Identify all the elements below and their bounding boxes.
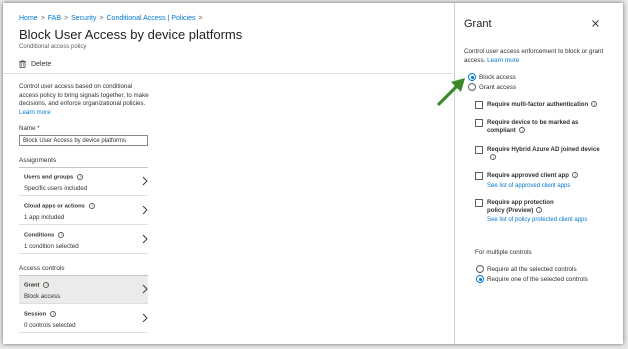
- chevron-right-icon: >: [99, 15, 104, 22]
- app-window: Home > FAB > Security > Conditional Access | P…: [3, 3, 623, 344]
- checkbox[interactable]: [475, 119, 483, 127]
- session-item[interactable]: Session 0 controls selected: [19, 305, 148, 333]
- delete-button[interactable]: Delete: [19, 58, 51, 70]
- info-icon: [571, 172, 578, 180]
- grant-access-radio[interactable]: Grant access: [468, 83, 516, 91]
- radio-button: [468, 83, 476, 91]
- breadcrumb-security[interactable]: Security: [71, 15, 96, 22]
- checkbox-label: Require multi-factor authentication: [487, 101, 589, 108]
- assignments-heading: Assignments: [19, 157, 57, 164]
- info-icon: [88, 203, 95, 209]
- checkbox-label: Require app protection policy (Preview): [487, 199, 554, 214]
- require-one-control-radio[interactable]: Require one of the selected controls: [476, 275, 588, 283]
- breadcrumb-fab[interactable]: FAB: [48, 15, 61, 22]
- radio-button: [476, 265, 484, 273]
- breadcrumb-policies[interactable]: Conditional Access | Policies: [107, 15, 196, 22]
- radio-label: Block access: [479, 73, 516, 81]
- item-value: Block access: [24, 293, 61, 300]
- grant-panel: Grant Control user access enforcement to…: [455, 3, 623, 344]
- learn-more-link[interactable]: Learn more: [19, 109, 51, 116]
- info-icon: [43, 282, 50, 288]
- block-access-radio[interactable]: Block access: [468, 73, 516, 81]
- panel-description: Control user access enforcement to block…: [464, 47, 604, 65]
- name-input[interactable]: Block User Access by device platforms: [19, 135, 148, 146]
- info-icon: [490, 154, 496, 162]
- policy-description: Control user access based on conditional…: [19, 83, 149, 117]
- users-and-groups-item[interactable]: Users and groups Specific users included: [19, 168, 148, 196]
- description-text: Control user access based on conditional…: [19, 83, 149, 107]
- item-title: Grant: [24, 282, 40, 289]
- radio-button-selected: [468, 73, 476, 81]
- multiple-controls-heading: For multiple controls: [475, 249, 532, 256]
- radio-button-selected: [476, 275, 484, 283]
- page-subtitle: Conditional access policy: [19, 44, 87, 50]
- toolbar-divider: [3, 73, 453, 74]
- cloud-apps-item[interactable]: Cloud apps or actions 1 app included: [19, 197, 148, 225]
- item-title: Users and groups: [24, 174, 74, 181]
- checkbox[interactable]: [475, 172, 483, 180]
- checkbox[interactable]: [475, 146, 483, 154]
- checkbox-label: Require device to be marked as compliant: [487, 119, 579, 134]
- info-icon: [50, 311, 57, 317]
- radio-label: Require one of the selected controls: [487, 275, 588, 283]
- chevron-right-icon: [142, 176, 148, 186]
- chevron-right-icon: >: [198, 15, 203, 22]
- item-value: Specific users included: [24, 185, 88, 192]
- page-title: Block User Access by device platforms: [19, 27, 243, 42]
- radio-label: Require all the selected controls: [487, 265, 577, 273]
- panel-title: Grant: [464, 18, 492, 30]
- radio-label: Grant access: [479, 83, 517, 91]
- chevron-right-icon: [142, 284, 148, 294]
- checkbox[interactable]: [475, 199, 483, 207]
- chevron-right-icon: [142, 234, 148, 244]
- item-title: Cloud apps or actions: [24, 203, 85, 210]
- item-title: Session: [24, 311, 47, 318]
- require-all-controls-radio[interactable]: Require all the selected controls: [476, 265, 577, 273]
- grant-item[interactable]: Grant Block access: [19, 276, 148, 304]
- access-controls-heading: Access controls: [19, 265, 65, 272]
- info-icon: [536, 207, 543, 215]
- info-icon: [591, 101, 598, 109]
- checkbox-label: Require Hybrid Azure AD joined device: [487, 146, 600, 153]
- panel-description-text: Control user access enforcement to block…: [464, 48, 604, 64]
- delete-label: Delete: [31, 60, 52, 68]
- panel-learn-more-link[interactable]: Learn more: [487, 57, 519, 64]
- checkbox[interactable]: [475, 101, 483, 109]
- item-value: 0 controls selected: [24, 322, 76, 329]
- arrow-icon: [437, 78, 465, 106]
- info-icon: [518, 127, 525, 135]
- chevron-right-icon: >: [64, 15, 69, 22]
- breadcrumb-home[interactable]: Home: [19, 15, 38, 22]
- conditions-item[interactable]: Conditions 1 condition selected: [19, 226, 148, 254]
- chevron-right-icon: >: [40, 15, 45, 22]
- chevron-right-icon: [142, 313, 148, 323]
- breadcrumb: Home > FAB > Security > Conditional Access | P…: [19, 15, 206, 22]
- chevron-right-icon: [142, 205, 148, 215]
- item-title: Conditions: [24, 232, 55, 239]
- name-label: Name *: [19, 125, 40, 132]
- approved-apps-link[interactable]: See list of approved client apps: [487, 183, 570, 189]
- checkbox-label: Require approved client app: [487, 172, 569, 179]
- protected-apps-link[interactable]: See list of policy protected client apps: [487, 217, 587, 223]
- info-icon: [58, 232, 65, 238]
- item-value: 1 app included: [24, 214, 65, 221]
- close-icon[interactable]: [592, 20, 599, 27]
- item-value: 1 condition selected: [24, 243, 79, 250]
- trash-icon: [19, 60, 26, 68]
- info-icon: [77, 174, 84, 180]
